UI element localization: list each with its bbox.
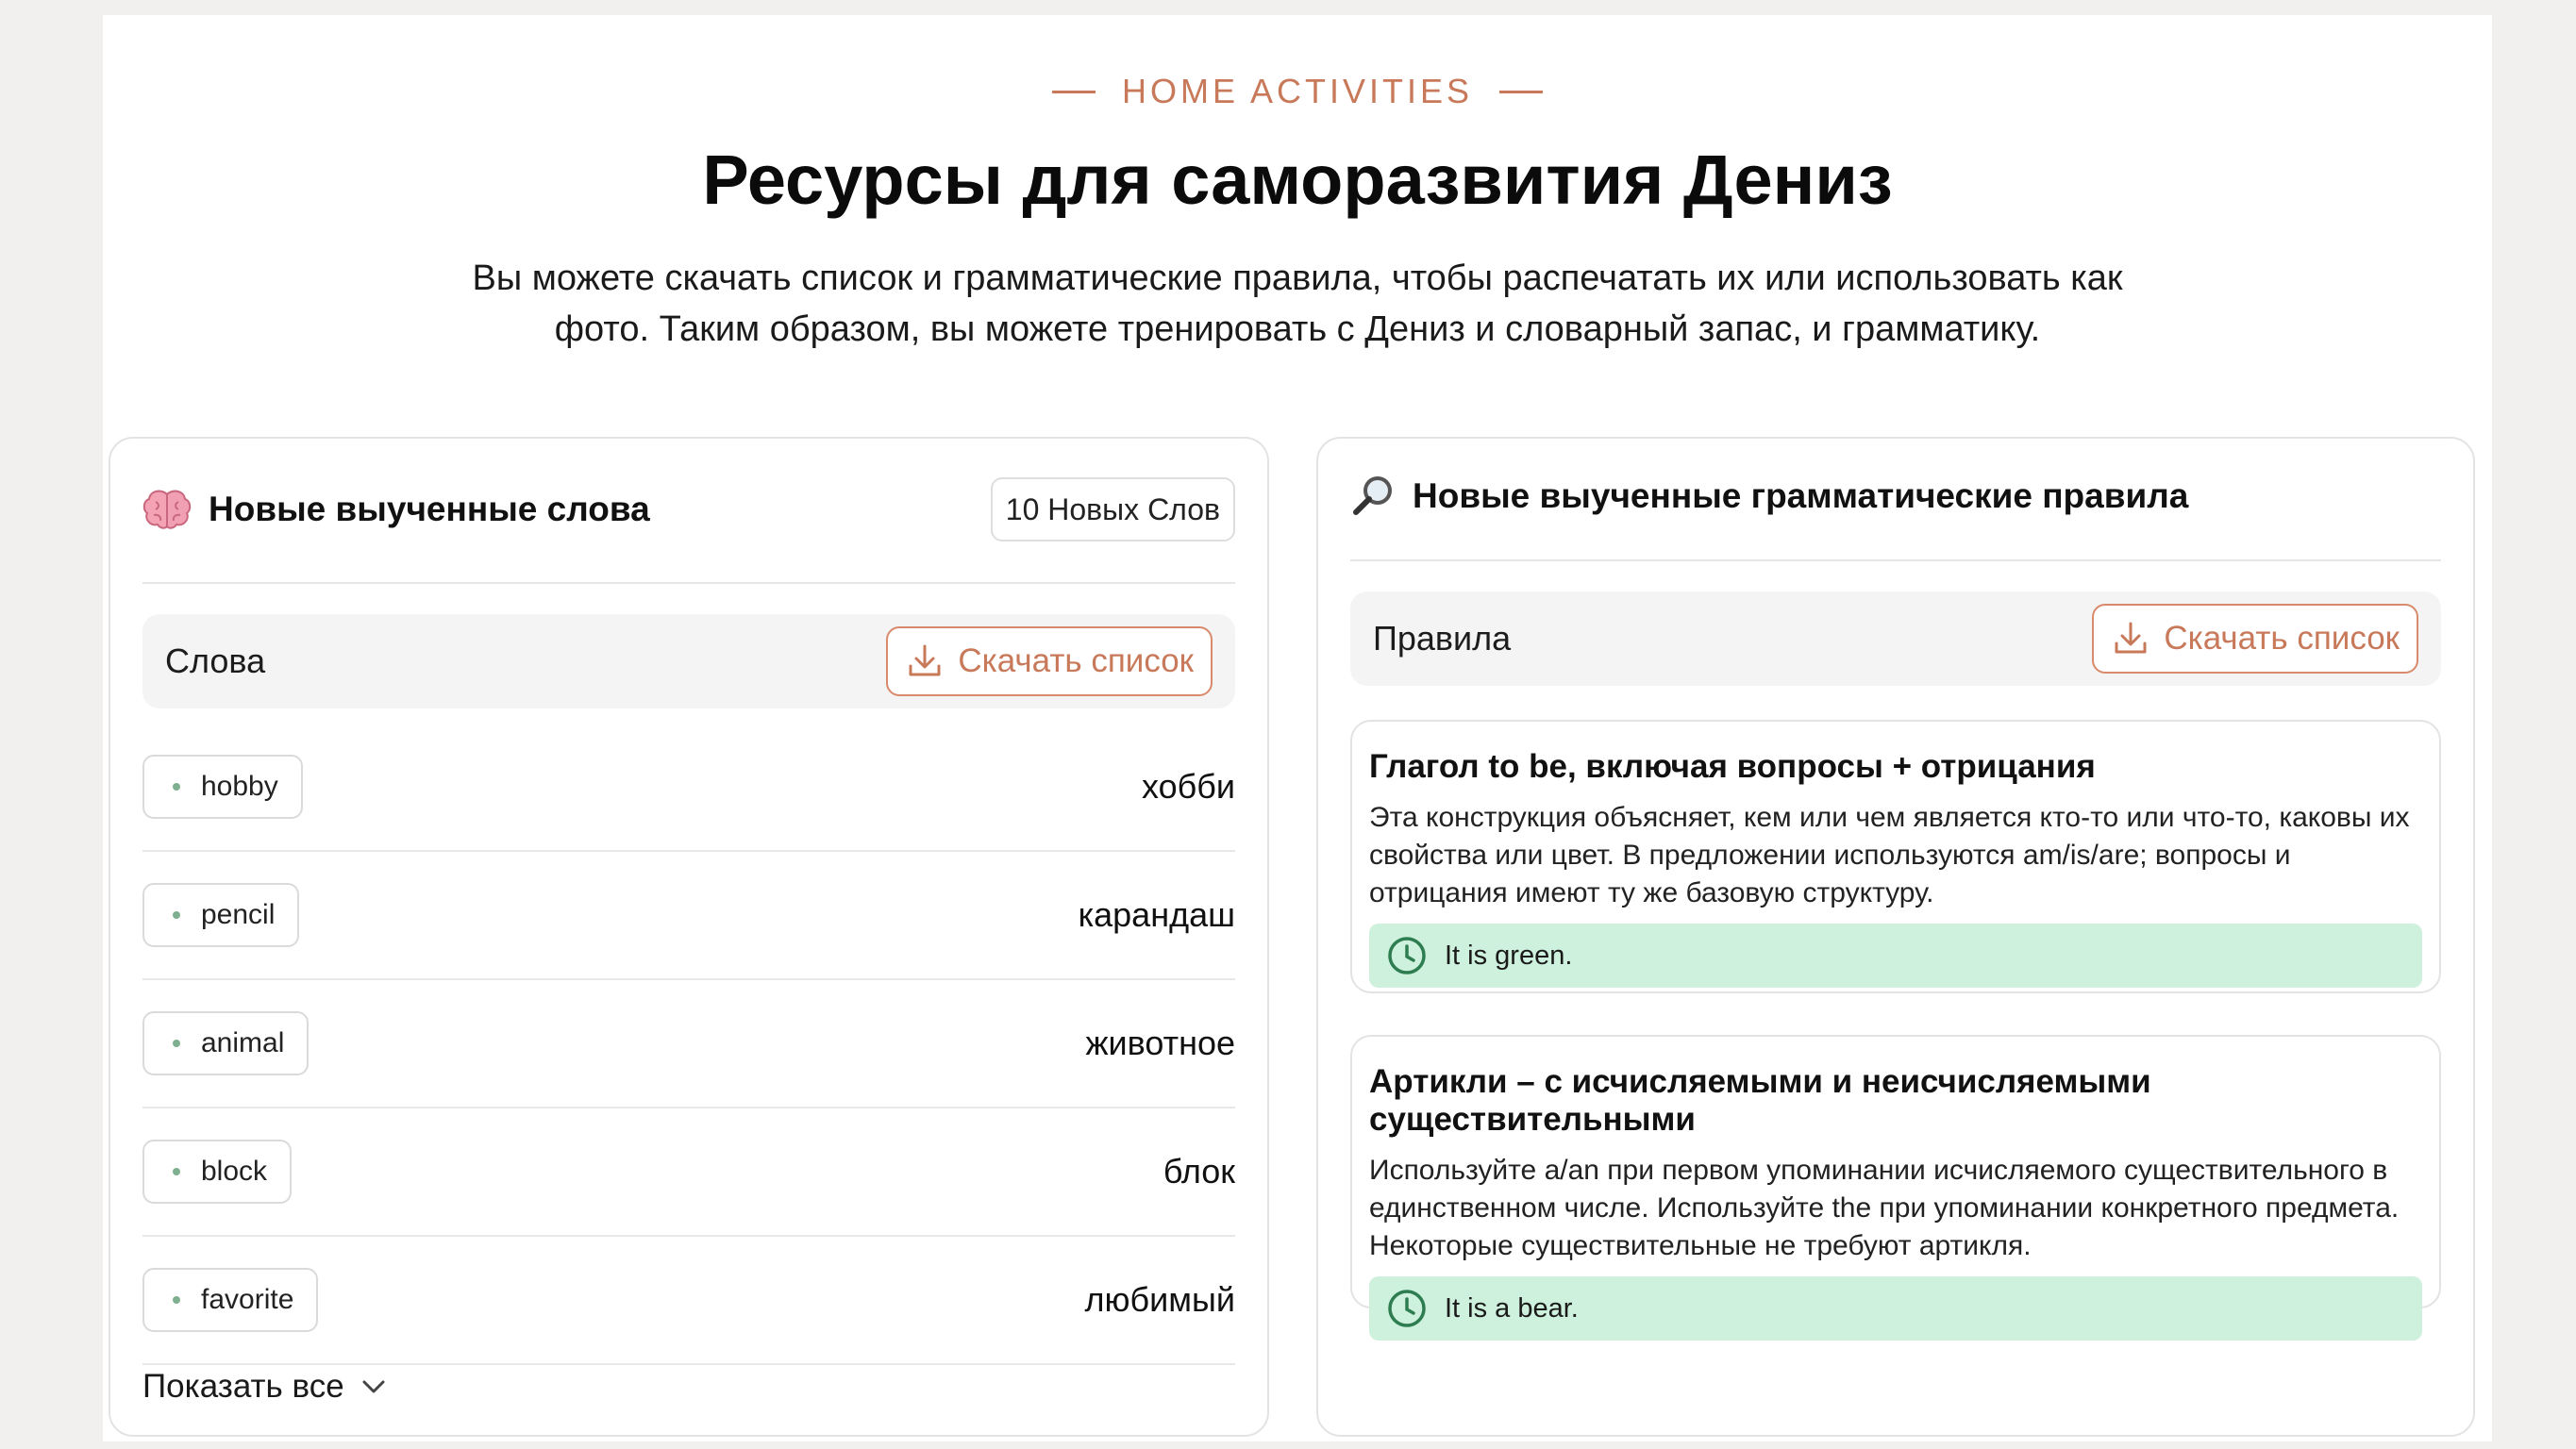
rule-title: Глагол to be, включая вопросы + отрицани…	[1369, 748, 2096, 785]
word-translation: карандаш	[1078, 895, 1235, 934]
clock-icon	[1386, 935, 1428, 976]
section-eyebrow: HOME ACTIVITIES	[103, 72, 2492, 111]
words-toolbar-label: Слова	[165, 641, 266, 680]
new-words-count-badge: 10 Новых Слов	[990, 477, 1235, 541]
page-sheet: HOME ACTIVITIES Ресурсы для саморазвития…	[103, 15, 2492, 1441]
word-text: hobby	[201, 771, 278, 802]
download-icon	[2111, 619, 2150, 658]
clock-icon	[1386, 1288, 1428, 1329]
rule-title: Артикли – с исчисляемыми и неисчисляемым…	[1369, 1063, 2151, 1138]
words-card-title: Новые выученные слова	[209, 490, 650, 528]
rule-description: Используйте a/an при первом упоминании и…	[1369, 1155, 2400, 1261]
word-chip: animal	[142, 1011, 309, 1075]
word-translation: блок	[1163, 1152, 1235, 1191]
words-card: Новые выученные слова 10 Новых Слов Слов…	[109, 437, 1269, 1437]
rule-example: It is a bear.	[1369, 1276, 2422, 1341]
chevron-down-icon	[358, 1371, 390, 1403]
word-translation: любимый	[1084, 1280, 1235, 1319]
words-card-header: Новые выученные слова 10 Новых Слов	[142, 476, 1235, 542]
magnifier-icon	[1350, 474, 1396, 519]
word-row: block блок	[142, 1108, 1235, 1237]
word-text: favorite	[201, 1284, 294, 1315]
eyebrow-label: HOME ACTIVITIES	[1121, 72, 1474, 110]
word-row: pencil карандаш	[142, 852, 1235, 980]
rule-example-text: It is a bear.	[1445, 1292, 1579, 1324]
word-translation: хобби	[1142, 767, 1235, 806]
eyebrow-dash-right	[1499, 90, 1544, 93]
word-text: block	[201, 1156, 268, 1187]
words-toolbar: Слова Скачать список	[142, 614, 1235, 708]
grammar-card: Новые выученные грамматические правила П…	[1316, 437, 2475, 1437]
brain-icon	[142, 489, 192, 530]
show-all-label: Показать все	[142, 1368, 344, 1405]
word-row: favorite любимый	[142, 1237, 1235, 1365]
bullet-dot	[173, 911, 180, 919]
download-rules-button[interactable]: Скачать список	[2092, 604, 2418, 674]
bullet-dot	[173, 1040, 180, 1047]
word-chip: favorite	[142, 1268, 319, 1332]
grammar-card-header: Новые выученные грамматические правила	[1350, 463, 2441, 529]
grammar-header-divider	[1350, 559, 2441, 561]
word-chip: hobby	[142, 755, 303, 819]
download-words-label: Скачать список	[958, 642, 1194, 679]
bullet-dot	[173, 1168, 180, 1175]
show-all-button[interactable]: Показать все	[142, 1368, 390, 1406]
bullet-dot	[173, 1296, 180, 1304]
word-row: animal животное	[142, 980, 1235, 1108]
eyebrow-dash-left	[1051, 90, 1096, 93]
rules-toolbar-label: Правила	[1373, 619, 1512, 658]
grammar-rule-card: Артикли – с исчисляемыми и неисчисляемым…	[1350, 1035, 2441, 1341]
word-chip: pencil	[142, 883, 300, 947]
word-text: pencil	[201, 899, 276, 930]
download-icon	[905, 641, 945, 681]
rule-example: It is green.	[1369, 924, 2422, 988]
page-title: Ресурсы для саморазвития Дениз	[702, 141, 1893, 219]
rules-toolbar: Правила Скачать список	[1350, 591, 2441, 686]
bullet-dot	[173, 783, 180, 791]
grammar-card-title: Новые выученные грамматические правила	[1413, 476, 2189, 515]
word-text: animal	[201, 1027, 285, 1058]
rule-description: Эта конструкция объясняет, кем или чем я…	[1369, 802, 2410, 908]
grammar-rule-card: Глагол to be, включая вопросы + отрицани…	[1350, 720, 2441, 993]
download-rules-label: Скачать список	[2164, 620, 2400, 657]
rule-example-text: It is green.	[1445, 940, 1573, 971]
download-words-button[interactable]: Скачать список	[886, 626, 1213, 696]
page-subtitle: Вы можете скачать список и грамматически…	[472, 258, 2123, 349]
word-translation: животное	[1085, 1024, 1235, 1062]
word-chip: block	[142, 1140, 293, 1204]
word-row: hobby хобби	[142, 724, 1235, 852]
words-header-divider	[142, 582, 1235, 584]
